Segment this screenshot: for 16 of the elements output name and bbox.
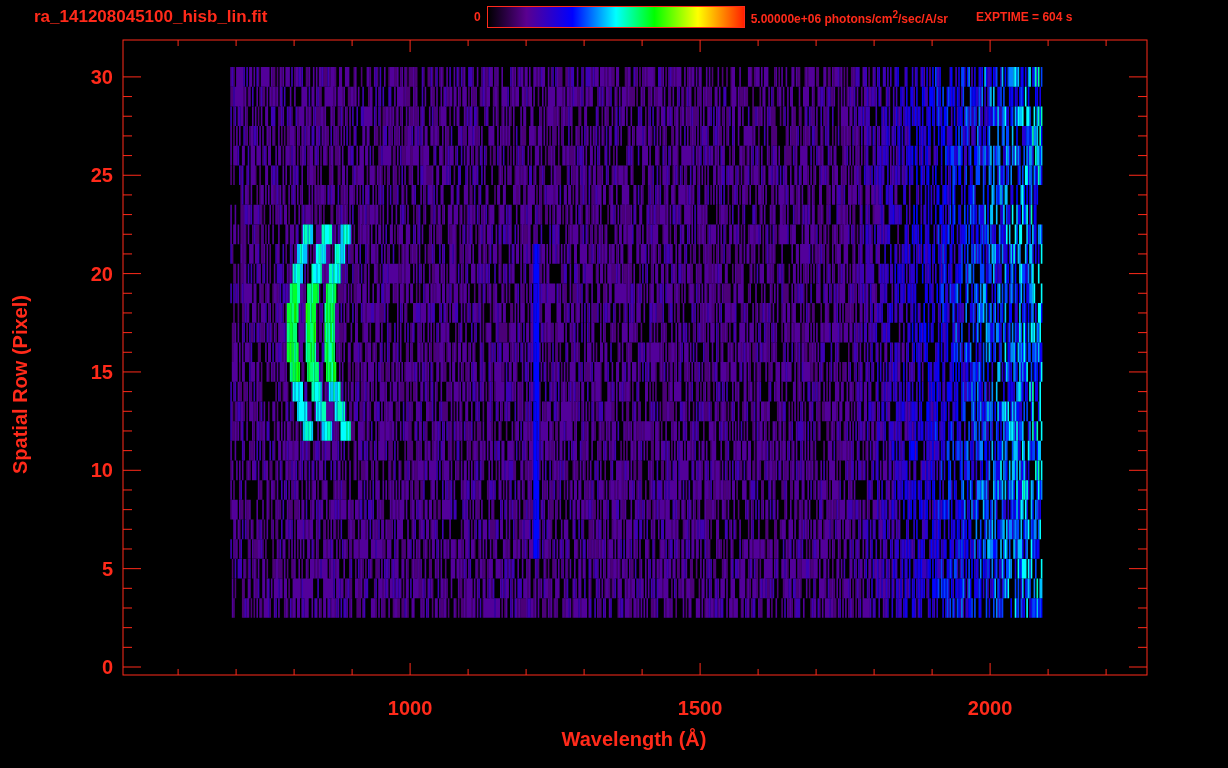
y-tick-label: 30 [90, 65, 113, 88]
file-title: ra_141208045100_hisb_lin.fit [34, 7, 269, 27]
y-tick-label: 20 [90, 262, 113, 285]
y-tick-label: 10 [90, 459, 113, 482]
x-tick-label: 1000 [387, 697, 433, 719]
y-tick-label: 25 [90, 164, 113, 187]
y-tick-label: 0 [101, 656, 113, 678]
x-tick-label: 2000 [967, 697, 1013, 719]
y-tick-label: 15 [90, 360, 113, 383]
y-tick-label: 5 [101, 557, 113, 580]
colorbar-min-label: 0 [474, 10, 481, 24]
x-axis-label: Wavelength (Å) [561, 728, 707, 750]
exposure-time: EXPTIME = 604 s [976, 10, 1073, 24]
colorbar-max-label: 5.00000e+06 photons/cm$^{2}$/sec/A/sr [750, 8, 949, 26]
x-tick-label: 1500 [677, 697, 723, 719]
y-axis-label: Spatial Row (Pixel) [8, 294, 32, 474]
